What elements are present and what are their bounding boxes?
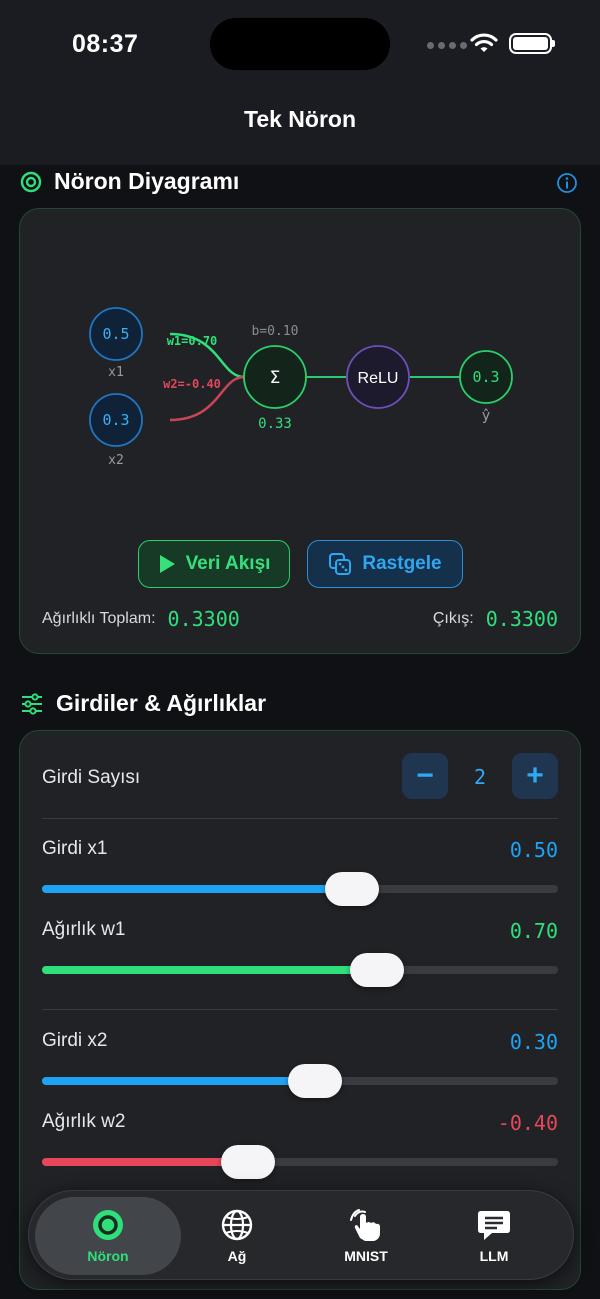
input-x2-slider[interactable]: [42, 1064, 558, 1098]
tab-noron-label: Nöron: [87, 1248, 129, 1264]
weight-w1-slider[interactable]: [42, 953, 558, 987]
weight-w2-slider-fill: [42, 1158, 249, 1166]
input-x2-label: Girdi x2: [42, 1030, 108, 1051]
edge-w2-label: w2=-0.40: [163, 377, 221, 391]
node-sum-value: 0.33: [258, 416, 292, 432]
node-sum-symbol: Σ: [270, 368, 281, 388]
node-x1-label: x1: [108, 365, 124, 380]
divider: [42, 818, 558, 819]
weight-w1-label: Ağırlık w1: [42, 919, 126, 940]
input-x2-slider-thumb[interactable]: [288, 1064, 343, 1098]
input-x2-value: 0.30: [509, 1030, 558, 1054]
input-count-label: Girdi Sayısı: [42, 767, 141, 788]
weighted-sum-value: 0.3300: [167, 607, 240, 631]
node-x2-label: x2: [108, 453, 124, 468]
neuron-icon: [93, 1210, 123, 1240]
diagram-section-title: Nöron Diyagramı: [54, 168, 240, 194]
inputs-section-title: Girdiler & Ağırlıklar: [56, 690, 267, 716]
weight-w2-slider[interactable]: [42, 1145, 558, 1179]
chat-bubble-icon: [478, 1211, 510, 1240]
input-x2-slider-fill: [42, 1077, 316, 1085]
weight-w1-value: 0.70: [509, 919, 558, 943]
input-x1-label: Girdi x1: [42, 838, 108, 859]
tab-noron[interactable]: Nöron: [35, 1197, 181, 1275]
tab-mnist-label: MNIST: [344, 1248, 388, 1264]
randomize-button[interactable]: Rastgele: [307, 540, 463, 588]
decrease-inputs-button[interactable]: −: [402, 753, 448, 799]
cellular-signal-icon: [427, 42, 467, 49]
node-output-label: ŷ: [482, 408, 490, 424]
tab-ag-label: Ağ: [227, 1248, 247, 1264]
divider: [42, 1009, 558, 1010]
top-bar: 08:37 Tek Nöron: [0, 0, 600, 165]
tab-llm[interactable]: LLM: [429, 1191, 559, 1281]
output-stat: Çıkış: 0.3300: [433, 607, 558, 631]
input-count-value: 2: [473, 765, 487, 789]
node-output-value: 0.3: [472, 368, 499, 386]
node-x1-value: 0.5: [102, 325, 129, 343]
weight-w2-label: Ağırlık w2: [42, 1111, 126, 1132]
input-x1-slider-thumb[interactable]: [324, 872, 379, 906]
dynamic-island: [210, 18, 390, 70]
input-x1-value: 0.50: [509, 838, 558, 862]
page-title: Tek Nöron: [243, 106, 357, 132]
weight-w1-slider-thumb[interactable]: [350, 953, 405, 987]
input-x1-slider[interactable]: [42, 872, 558, 906]
output-stat-value: 0.3300: [485, 607, 558, 631]
randomize-label: Rastgele: [362, 553, 442, 574]
tab-mnist[interactable]: MNIST: [301, 1191, 431, 1281]
data-flow-label: Veri Akışı: [185, 553, 271, 574]
data-flow-button[interactable]: Veri Akışı: [138, 540, 290, 588]
sliders-icon: [22, 692, 42, 715]
edge-w1-label: w1=0.70: [167, 334, 218, 348]
input-x1-slider-fill: [42, 885, 352, 893]
output-stat-label: Çıkış:: [432, 610, 474, 627]
node-x2-value: 0.3: [102, 411, 129, 429]
weight-w2-value: -0.40: [497, 1111, 558, 1135]
dice-icon: [329, 553, 352, 575]
wifi-icon: [470, 33, 498, 52]
neuron-diagram: 0.5 x1 0.3 x2 w1=0.70 w2=-0.40 b=0.10 Σ …: [89, 307, 513, 468]
weighted-sum-label: Ağırlıklı Toplam:: [42, 610, 156, 627]
info-icon[interactable]: [556, 172, 578, 194]
target-icon: [20, 171, 42, 192]
tab-ag[interactable]: Ağ: [172, 1191, 302, 1281]
play-icon: [159, 555, 175, 573]
neuron-diagram-card: 0.5 x1 0.3 x2 w1=0.70 w2=-0.40 b=0.10 Σ …: [19, 208, 581, 654]
weight-w2-slider-thumb[interactable]: [221, 1145, 276, 1179]
tab-bar: Nöron Ağ MNIST LLM: [28, 1190, 574, 1280]
globe-icon: [221, 1209, 253, 1241]
tab-llm-label: LLM: [479, 1248, 509, 1264]
node-relu-label: ReLU: [358, 370, 399, 387]
hand-tap-icon: [350, 1209, 380, 1241]
weighted-sum-stat: Ağırlıklı Toplam: 0.3300: [42, 607, 240, 631]
weight-w1-slider-fill: [42, 966, 378, 974]
battery-icon: [509, 33, 555, 54]
inputs-section-header: Girdiler & Ağırlıklar: [20, 690, 266, 717]
bias-label: b=0.10: [252, 324, 299, 339]
diagram-section-header: Nöron Diyagramı: [20, 168, 239, 195]
increase-inputs-button[interactable]: +: [512, 753, 558, 799]
status-time: 08:37: [72, 30, 139, 58]
